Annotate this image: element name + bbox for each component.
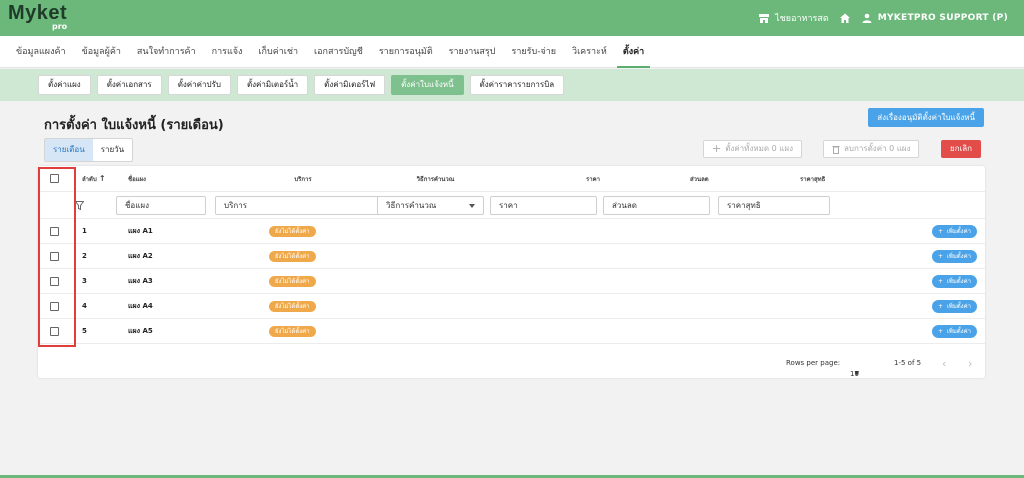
filter-icon[interactable]	[75, 201, 84, 210]
table-header: ลำดับ ↑ ชื่อแผง บริการ วิธีการคำนวณ ราคา…	[38, 166, 985, 192]
menu-item-vendor-info[interactable]: ข้อมูลผู้ค้า	[74, 36, 129, 68]
col-price[interactable]: ราคา	[586, 166, 600, 191]
main-menu: ข้อมูลแผงค้า ข้อมูลผู้ค้า สนใจทำการค้า ก…	[0, 36, 1024, 68]
trash-icon	[832, 145, 840, 154]
row-index: 2	[82, 252, 87, 260]
status-badge: ยังไม่ได้ตั้งค่า	[269, 325, 316, 337]
row-stall-name: แผง A2	[128, 251, 153, 260]
menu-item-stall-info[interactable]: ข้อมูลแผงค้า	[8, 36, 74, 68]
tab-invoice-settings[interactable]: ตั้งค่าใบแจ้งหนี้	[391, 75, 464, 95]
col-index[interactable]: ลำดับ ↑	[82, 166, 106, 191]
status-badge: ยังไม่ได้ตั้งค่า	[269, 300, 316, 312]
brand-sub: pro	[52, 22, 68, 31]
delete-settings-label: ลบการตั้งค่า 0 แผง	[844, 144, 911, 153]
status-badge: ยังไม่ได้ตั้งค่า	[269, 275, 316, 287]
set-all-label: ตั้งค่าทั้งหมด 0 แผง	[725, 144, 794, 153]
user-icon	[862, 13, 872, 23]
prev-page-icon[interactable]: ‹	[942, 357, 946, 370]
cancel-button[interactable]: ยกเลิก	[941, 140, 982, 158]
set-all-button[interactable]: + ตั้งค่าทั้งหมด 0 แผง	[703, 140, 803, 158]
add-setting-button[interactable]: + เพิ่มตั้งค่า	[931, 250, 977, 263]
delete-settings-button[interactable]: ลบการตั้งค่า 0 แผง	[823, 140, 920, 158]
row-stall-name: แผง A4	[128, 301, 153, 310]
brand-name: Myket	[8, 2, 68, 24]
tab-bill-price-settings[interactable]: ตั้งค่าราคารายการบิล	[469, 75, 565, 95]
shop-selector[interactable]: ไชยอาหารสด	[758, 11, 829, 25]
page-range: 1-5 of 5	[894, 359, 922, 367]
add-setting-button[interactable]: + เพิ่มตั้งค่า	[931, 300, 977, 313]
menu-item-accounting-docs[interactable]: เอกสารบัญชี	[306, 36, 371, 68]
pagination: Rows per page: 10 ▼ 1-5 of 5 ‹ ›	[38, 348, 985, 378]
col-service[interactable]: บริการ	[248, 166, 358, 191]
filter-row: ชื่อแผง บริการ วิธีการคำนวณ ราคา ส่วนลด …	[38, 192, 985, 219]
table-row: 5 แผง A5 ยังไม่ได้ตั้งค่า + เพิ่มตั้งค่า	[38, 319, 985, 344]
page-title: การตั้งค่า ใบแจ้งหนี้ (รายเดือน)	[44, 118, 224, 133]
add-setting-button[interactable]: + เพิ่มตั้งค่า	[931, 275, 977, 288]
row-stall-name: แผง A5	[128, 326, 153, 335]
next-page-icon[interactable]: ›	[968, 357, 972, 370]
row-index: 5	[82, 327, 87, 335]
add-setting-button[interactable]: + เพิ่มตั้งค่า	[931, 225, 977, 238]
period-toggle: รายเดือน รายวัน	[44, 138, 134, 162]
col-calc[interactable]: วิธีการคำนวณ	[383, 166, 488, 191]
add-setting-button[interactable]: + เพิ่มตั้งค่า	[931, 325, 977, 338]
menu-item-rent[interactable]: เก็บค่าเช่า	[250, 36, 306, 68]
col-net[interactable]: ราคาสุทธิ	[800, 166, 825, 191]
col-discount[interactable]: ส่วนลด	[690, 166, 709, 191]
menu-item-analysis[interactable]: วิเคราะห์	[564, 36, 615, 68]
home-icon[interactable]	[839, 12, 851, 24]
store-icon	[759, 14, 770, 23]
user-label: MYKETPRO SUPPORT (P)	[877, 13, 1008, 23]
shop-name: ไชยอาหารสด	[775, 14, 829, 24]
row-stall-name: แผง A1	[128, 226, 153, 235]
send-approval-button[interactable]: ส่งเรื่องอนุมัติตั้งค่าใบแจ้งหนี้	[868, 108, 984, 127]
status-badge: ยังไม่ได้ตั้งค่า	[269, 250, 316, 262]
tab-electric-meter-settings[interactable]: ตั้งค่ามิเตอร์ไฟ	[314, 75, 386, 95]
table-row: 1 แผง A1 ยังไม่ได้ตั้งค่า + เพิ่มตั้งค่า	[38, 219, 985, 244]
table-row: 4 แผง A4 ยังไม่ได้ตั้งค่า + เพิ่มตั้งค่า	[38, 294, 985, 319]
filter-discount-input[interactable]: ส่วนลด	[603, 196, 710, 215]
toggle-monthly[interactable]: รายเดือน	[45, 139, 93, 161]
invoice-settings-table: ลำดับ ↑ ชื่อแผง บริการ วิธีการคำนวณ ราคา…	[38, 166, 985, 378]
annotation-highlight	[38, 167, 76, 347]
row-index: 1	[82, 227, 87, 235]
plus-icon: +	[712, 142, 722, 155]
tab-water-meter-settings[interactable]: ตั้งค่ามิเตอร์น้ำ	[236, 75, 309, 95]
row-index: 4	[82, 302, 87, 310]
menu-item-interested[interactable]: สนใจทำการค้า	[129, 36, 204, 68]
menu-item-settings[interactable]: ตั้งค่า	[615, 36, 652, 68]
rows-per-page-select[interactable]: 10 ▼	[850, 359, 859, 378]
settings-submenu: ตั้งค่าแผง ตั้งค่าเอกสาร ตั้งค่าค่าปรับ …	[0, 69, 1024, 101]
user-menu[interactable]: MYKETPRO SUPPORT (P)	[861, 12, 1008, 24]
brand-logo[interactable]: Myket pro	[8, 2, 68, 31]
sort-arrow-icon: ↑	[98, 174, 106, 183]
menu-item-summary-report[interactable]: รายงานสรุป	[441, 36, 504, 68]
row-index: 3	[82, 277, 87, 285]
menu-item-notify[interactable]: การแจ้ง	[204, 36, 251, 68]
filter-price-input[interactable]: ราคา	[490, 196, 597, 215]
status-badge: ยังไม่ได้ตั้งค่า	[269, 225, 316, 237]
filter-calc-select[interactable]: วิธีการคำนวณ	[377, 196, 484, 215]
tab-stall-settings[interactable]: ตั้งค่าแผง	[38, 75, 91, 95]
top-bar: Myket pro ไชยอาหารสด MYKETPRO SUPPORT (P…	[0, 0, 1024, 36]
tab-document-settings[interactable]: ตั้งค่าเอกสาร	[96, 75, 162, 95]
caret-down-icon: ▼	[854, 370, 860, 377]
menu-item-approvals[interactable]: รายการอนุมัติ	[371, 36, 441, 68]
filter-stall-input[interactable]: ชื่อแผง	[116, 196, 206, 215]
menu-item-income-expense[interactable]: รายรับ-จ่าย	[503, 36, 564, 68]
col-stall[interactable]: ชื่อแผง	[128, 166, 146, 191]
tab-fine-settings[interactable]: ตั้งค่าค่าปรับ	[167, 75, 231, 95]
row-stall-name: แผง A3	[128, 276, 153, 285]
rows-per-page-label: Rows per page:	[786, 359, 841, 367]
table-row: 3 แผง A3 ยังไม่ได้ตั้งค่า + เพิ่มตั้งค่า	[38, 269, 985, 294]
table-row: 2 แผง A2 ยังไม่ได้ตั้งค่า + เพิ่มตั้งค่า	[38, 244, 985, 269]
toggle-daily[interactable]: รายวัน	[93, 139, 132, 161]
filter-net-input[interactable]: ราคาสุทธิ	[718, 196, 830, 215]
